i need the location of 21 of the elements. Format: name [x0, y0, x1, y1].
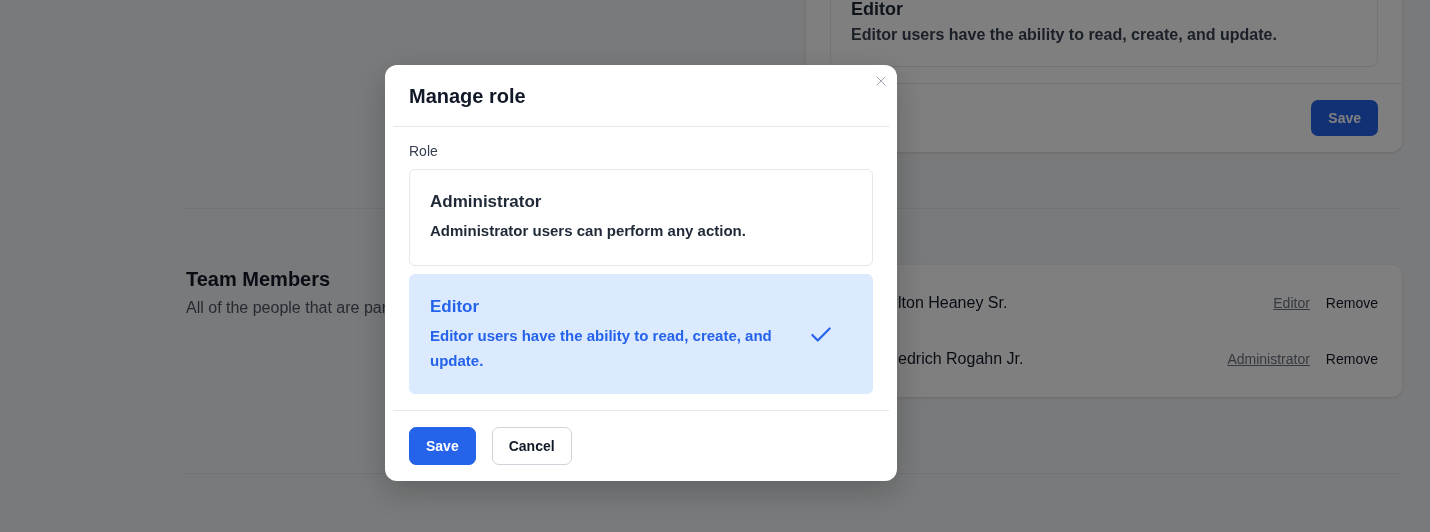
field-label: Role — [409, 143, 439, 159]
member-name: edrich Rogahn Jr. — [898, 350, 1025, 368]
role-link[interactable]: Administrator — [1227, 351, 1310, 367]
role-option[interactable]: Administrator Administrator users can perform any action. — [409, 169, 873, 266]
role-option[interactable]: Editor Editor users have the ability to read, create, and update. — [409, 274, 873, 394]
remove-link[interactable]: Remove — [1325, 351, 1378, 367]
save-button[interactable]: Save — [1311, 100, 1378, 136]
cancel-button[interactable]: Cancel — [491, 427, 572, 465]
option-title: Administrator — [430, 192, 543, 212]
role-title: Editor — [851, 0, 904, 20]
section-description: All of the people that are par — [186, 299, 388, 317]
option-title: Editor — [430, 297, 481, 317]
save-button[interactable]: Save — [409, 427, 476, 465]
role-description: Editor users have the ability to read, create, and update. — [851, 26, 1278, 44]
section-title: Team Members — [186, 268, 331, 291]
role-link[interactable]: Editor — [1273, 295, 1310, 311]
dialog-title: Manage role — [409, 85, 527, 108]
member-name: lton Heaney Sr. — [898, 294, 1009, 312]
option-description: Administrator users can perform any action. — [430, 221, 746, 241]
remove-link[interactable]: Remove — [1325, 295, 1378, 311]
option-description: Editor users have the ability to read, create, and update. — [430, 326, 773, 371]
